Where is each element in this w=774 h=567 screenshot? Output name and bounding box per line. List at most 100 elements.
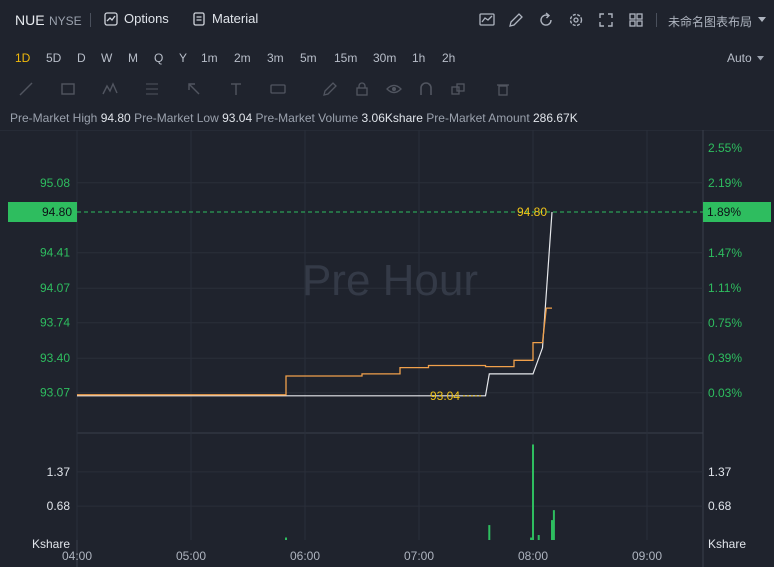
- eye-icon[interactable]: [386, 81, 402, 97]
- fullscreen-icon[interactable]: [597, 11, 615, 29]
- period-y[interactable]: Y: [179, 51, 187, 65]
- drawing-toolbar: [0, 72, 774, 106]
- time-tick-label: 09:00: [632, 549, 662, 563]
- period-5d[interactable]: 5D: [46, 51, 61, 65]
- volume-bars: [285, 444, 555, 540]
- chevron-down-icon[interactable]: [756, 13, 768, 25]
- chevron-down-icon[interactable]: [756, 54, 765, 62]
- volume-bar: [532, 444, 534, 540]
- trash-icon[interactable]: [495, 81, 511, 97]
- lock-icon[interactable]: [354, 81, 370, 97]
- percent-tick-label: 1.47%: [708, 246, 742, 260]
- rectangle-icon[interactable]: [60, 81, 76, 97]
- current-percent-badge-text: 1.89%: [707, 205, 741, 219]
- volume-bar: [530, 537, 533, 540]
- time-tick-label: 04:00: [62, 549, 92, 563]
- scale-mode-select[interactable]: Auto: [727, 51, 752, 65]
- arrow-icon[interactable]: [186, 81, 202, 97]
- draw-icon[interactable]: [507, 11, 525, 29]
- price-chart[interactable]: Pre Hour 94.80 1.89% 94.80 93.04 95.08 94.41…: [0, 130, 774, 567]
- volume-bar: [285, 537, 287, 540]
- refresh-icon[interactable]: [537, 11, 555, 29]
- time-tick-label: 07:00: [404, 549, 434, 563]
- current-price-badge-text: 94.80: [42, 205, 72, 219]
- material-button[interactable]: Material: [192, 11, 258, 26]
- options-button[interactable]: Options: [104, 11, 169, 26]
- price-tick-label: 93.40: [40, 351, 70, 365]
- premarket-amount-label: Pre-Market Amount: [426, 111, 530, 125]
- layout-grid-icon[interactable]: [627, 11, 645, 29]
- price-tick-label: 93.07: [40, 386, 70, 400]
- period-15m[interactable]: 15m: [334, 51, 357, 65]
- time-tick-label: 05:00: [176, 549, 206, 563]
- low-marker-label: 93.04: [430, 389, 460, 403]
- options-icon: [104, 11, 118, 26]
- premarket-high-label: Pre-Market High: [10, 111, 98, 125]
- layout-name[interactable]: 未命名图表布局: [668, 13, 752, 30]
- price-axis: 95.0894.4194.0793.7493.4093.071.370.68Ks…: [32, 176, 70, 551]
- high-marker-label: 94.80: [517, 205, 547, 219]
- price-tick-label: 94.07: [40, 281, 70, 295]
- settings-icon[interactable]: [567, 11, 585, 29]
- symbol-ticker[interactable]: NUE: [15, 12, 45, 28]
- volume-tick-label: 1.37: [708, 465, 732, 479]
- time-tick-label: 08:00: [518, 549, 548, 563]
- magnet-icon[interactable]: [418, 81, 434, 97]
- divider: [656, 13, 657, 27]
- premarket-low-label: Pre-Market Low: [134, 111, 219, 125]
- options-label: Options: [124, 11, 169, 26]
- percent-tick-label: 2.19%: [708, 176, 742, 190]
- label-icon[interactable]: [270, 81, 286, 97]
- premarket-volume-value: 3.06Kshare: [361, 111, 423, 125]
- time-tick-label: 06:00: [290, 549, 320, 563]
- price-tick-label: 95.08: [40, 176, 70, 190]
- period-m[interactable]: M: [128, 51, 138, 65]
- top-toolbar: NUE NYSE Options Material 未命名图表布局: [0, 0, 774, 40]
- period-1h[interactable]: 1h: [412, 51, 425, 65]
- exchange-label: NYSE: [49, 14, 82, 28]
- period-d[interactable]: D: [77, 51, 86, 65]
- volume-bar: [551, 520, 553, 540]
- period-2m[interactable]: 2m: [234, 51, 251, 65]
- percent-tick-label: 2.55%: [708, 141, 742, 155]
- material-icon: [193, 11, 205, 26]
- volume-bar: [552, 510, 555, 540]
- percent-tick-label: 0.75%: [708, 316, 742, 330]
- period-3m[interactable]: 3m: [267, 51, 284, 65]
- pencil-icon[interactable]: [322, 81, 338, 97]
- volume-tick-label: 0.68: [47, 499, 71, 513]
- volume-bar: [488, 525, 491, 540]
- premarket-high-value: 94.80: [100, 111, 131, 125]
- volume-tick-label: 0.68: [708, 499, 732, 513]
- period-5m[interactable]: 5m: [300, 51, 317, 65]
- percent-tick-label: 0.39%: [708, 351, 742, 365]
- text-icon[interactable]: [228, 81, 244, 97]
- premarket-low-value: 93.04: [222, 111, 253, 125]
- period-w[interactable]: W: [101, 51, 112, 65]
- volume-unit-label: Kshare: [708, 537, 746, 551]
- material-label: Material: [212, 11, 259, 26]
- period-2h[interactable]: 2h: [442, 51, 455, 65]
- premarket-volume-label: Pre-Market Volume: [255, 111, 359, 125]
- period-selector: 1D 5D D W M Q Y 1m 2m 3m 5m 15m 30m 1h 2…: [0, 44, 774, 70]
- chart-grid: [76, 130, 703, 540]
- price-line: [77, 307, 552, 396]
- volume-tick-label: 1.37: [47, 465, 71, 479]
- price-tick-label: 93.74: [40, 316, 70, 330]
- period-q[interactable]: Q: [154, 51, 163, 65]
- indicator-icon[interactable]: [478, 11, 496, 29]
- divider: [90, 13, 91, 27]
- period-30m[interactable]: 30m: [373, 51, 396, 65]
- link-icon[interactable]: [450, 81, 466, 97]
- time-axis: 04:00 05:00 06:00 07:00 08:00 09:00: [62, 549, 662, 563]
- premarket-amount-value: 286.67K: [533, 111, 578, 125]
- pattern-icon[interactable]: [102, 81, 118, 97]
- volume-bar: [537, 535, 540, 540]
- percent-tick-label: 0.03%: [708, 386, 742, 400]
- percent-tick-label: 1.11%: [708, 281, 741, 295]
- trend-line-icon[interactable]: [18, 81, 34, 97]
- period-1d[interactable]: 1D: [15, 51, 30, 65]
- fib-icon[interactable]: [144, 81, 160, 97]
- period-1m[interactable]: 1m: [201, 51, 218, 65]
- price-tick-label: 94.41: [40, 246, 70, 260]
